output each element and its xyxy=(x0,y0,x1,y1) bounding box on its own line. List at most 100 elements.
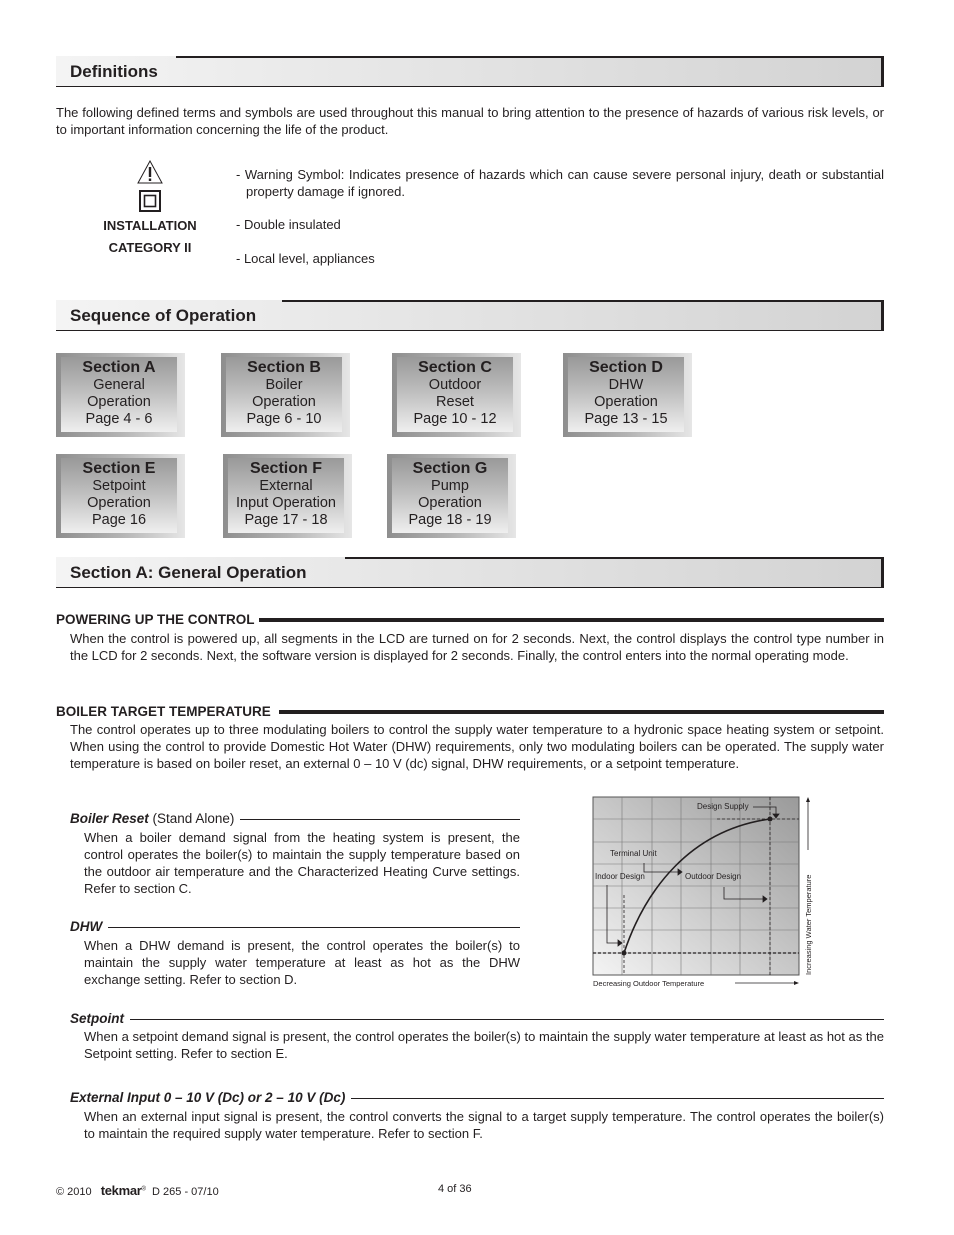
section-box-title: Section C xyxy=(418,359,492,376)
heading-rule xyxy=(240,818,520,820)
x-axis-label: Decreasing Outdoor Temperature xyxy=(593,979,704,988)
definition-text: - Warning Symbol: Indicates presence of … xyxy=(236,167,884,199)
footer-copyright: © 2010 xyxy=(56,1186,92,1198)
dhw-heading: DHW xyxy=(70,919,520,935)
design-supply-point xyxy=(767,816,773,822)
section-box-line: DHW xyxy=(608,377,644,393)
section-box-line: Operation xyxy=(594,394,658,410)
boiler-reset-text: When a boiler demand signal from the hea… xyxy=(84,830,520,896)
section-box-line: Operation xyxy=(87,495,151,511)
indoor-design-label: Indoor Design xyxy=(595,872,645,881)
section-box-title: Section B xyxy=(247,359,321,376)
indoor-design-point xyxy=(621,950,627,956)
section-a-header: Section A: General Operation xyxy=(56,557,884,588)
sequence-header: Sequence of Operation xyxy=(56,300,884,331)
section-box-pages: Page 17 - 18 xyxy=(244,512,328,528)
dhw-text: When a DHW demand is present, the contro… xyxy=(84,938,520,987)
section-box-line: Boiler xyxy=(265,377,303,393)
setpoint-text: When a setpoint demand signal is present… xyxy=(84,1029,884,1061)
section-box-title: Section D xyxy=(589,359,663,376)
footer-left: © 2010 tekmar® D 265 - 07/10 xyxy=(56,1183,219,1198)
double-insulated-icon xyxy=(139,190,161,212)
section-box-line: Operation xyxy=(418,495,482,511)
section-box-line: Setpoint xyxy=(92,478,146,494)
boiler-reset-heading-rest: (Stand Alone) xyxy=(148,811,235,826)
boiler-target-heading: BOILER TARGET TEMPERATURE xyxy=(56,704,884,720)
category-line-2: CATEGORY II xyxy=(108,240,192,255)
installation-category-label: INSTALLATION CATEGORY II xyxy=(90,215,210,259)
section-box-pages: Page 6 - 10 xyxy=(246,411,322,427)
external-input-heading-bold: External Input 0 – 10 V (Dc) or 2 – 10 V… xyxy=(70,1090,346,1105)
external-input-text: When an external input signal is present… xyxy=(84,1109,884,1141)
section-g-box[interactable]: Section G Pump Operation Page 18 - 19 xyxy=(387,454,516,538)
section-box-inner: Section F External Input Operation Page … xyxy=(228,458,344,533)
boiler-reset-heading: Boiler Reset (Stand Alone) xyxy=(70,811,520,827)
heating-curve-diagram: Design Supply Terminal Unit Indoor Desig… xyxy=(592,796,813,988)
section-box-pages: Page 13 - 15 xyxy=(584,411,668,427)
powering-up-heading-text: POWERING UP THE CONTROL xyxy=(56,612,255,627)
section-d-box[interactable]: Section D DHW Operation Page 13 - 15 xyxy=(563,353,692,437)
y-axis-arrowhead xyxy=(806,797,810,802)
x-axis-arrowhead xyxy=(794,981,799,985)
category-line-1: INSTALLATION xyxy=(103,218,197,233)
boiler-target-text: The control operates up to three modulat… xyxy=(70,722,884,771)
section-box-inner: Section A General Operation Page 4 - 6 xyxy=(61,357,177,432)
footer-doc-code: D 265 - 07/10 xyxy=(152,1186,219,1198)
section-box-title: Section A xyxy=(82,359,156,376)
footer-page-number: 4 of 36 xyxy=(438,1183,472,1195)
powering-up-heading: POWERING UP THE CONTROL xyxy=(56,612,884,628)
section-box-title: Section G xyxy=(412,460,488,477)
section-box-line: General xyxy=(93,377,145,393)
design-supply-label: Design Supply xyxy=(697,802,749,811)
setpoint-heading: Setpoint xyxy=(70,1011,884,1027)
setpoint-heading-bold: Setpoint xyxy=(70,1011,124,1026)
section-box-line: Input Operation xyxy=(236,495,336,511)
y-axis-label: Increasing Water Temperature xyxy=(804,875,813,975)
definition-double-insulated-text: - Double insulated xyxy=(236,217,341,232)
section-box-inner: Section E Setpoint Operation Page 16 xyxy=(61,458,177,533)
definition-symbols: INSTALLATION CATEGORY II xyxy=(90,160,210,259)
registered-mark: ® xyxy=(141,1186,146,1193)
section-box-line: Outdoor xyxy=(428,377,482,393)
section-box-pages: Page 10 - 12 xyxy=(413,411,497,427)
heading-rule xyxy=(108,926,520,928)
section-box-line: Operation xyxy=(87,394,151,410)
section-b-box[interactable]: Section B Boiler Operation Page 6 - 10 xyxy=(221,353,350,437)
section-box-pages: Page 4 - 6 xyxy=(85,411,153,427)
section-box-line: Reset xyxy=(436,394,474,410)
definition-category-text: - Local level, appliances xyxy=(236,251,375,266)
section-box-inner: Section B Boiler Operation Page 6 - 10 xyxy=(226,357,342,432)
warning-triangle-icon xyxy=(137,160,163,184)
section-box-title: Section F xyxy=(249,460,322,477)
definitions-title: Definitions xyxy=(70,62,158,81)
section-box-pages: Page 16 xyxy=(91,512,147,528)
terminal-unit-label: Terminal Unit xyxy=(610,849,657,858)
sequence-title: Sequence of Operation xyxy=(70,306,257,325)
heading-rule xyxy=(258,618,884,622)
section-c-box[interactable]: Section C Outdoor Reset Page 10 - 12 xyxy=(392,353,521,437)
powering-up-text: When the control is powered up, all segm… xyxy=(70,631,884,663)
heading-rule xyxy=(351,1097,884,1099)
section-f-box[interactable]: Section F External Input Operation Page … xyxy=(223,454,352,538)
section-a-box[interactable]: Section A General Operation Page 4 - 6 xyxy=(56,353,185,437)
external-input-heading: External Input 0 – 10 V (Dc) or 2 – 10 V… xyxy=(70,1090,884,1106)
dhw-heading-bold: DHW xyxy=(70,919,103,934)
section-box-inner: Section G Pump Operation Page 18 - 19 xyxy=(392,458,508,533)
section-box-pages: Page 18 - 19 xyxy=(408,512,492,528)
tekmar-logo: tekmar xyxy=(100,1183,142,1198)
section-box-title: Section E xyxy=(82,460,156,477)
definitions-intro: The following defined terms and symbols … xyxy=(56,105,884,137)
section-box-inner: Section D DHW Operation Page 13 - 15 xyxy=(568,357,684,432)
definitions-header: Definitions xyxy=(56,56,884,87)
boiler-reset-heading-bold: Boiler Reset xyxy=(70,811,149,826)
section-box-inner: Section C Outdoor Reset Page 10 - 12 xyxy=(397,357,513,432)
section-box-line: Operation xyxy=(252,394,316,410)
heading-rule xyxy=(278,710,884,714)
heading-rule xyxy=(130,1018,884,1020)
boiler-target-heading-text: BOILER TARGET TEMPERATURE xyxy=(56,704,271,719)
section-e-box[interactable]: Section E Setpoint Operation Page 16 xyxy=(56,454,185,538)
section-a-title: Section A: General Operation xyxy=(70,563,307,582)
definition-warning-text: - Warning Symbol: Indicates presence of … xyxy=(236,166,884,200)
outdoor-design-label: Outdoor Design xyxy=(685,872,741,881)
section-box-line: External xyxy=(259,478,313,494)
